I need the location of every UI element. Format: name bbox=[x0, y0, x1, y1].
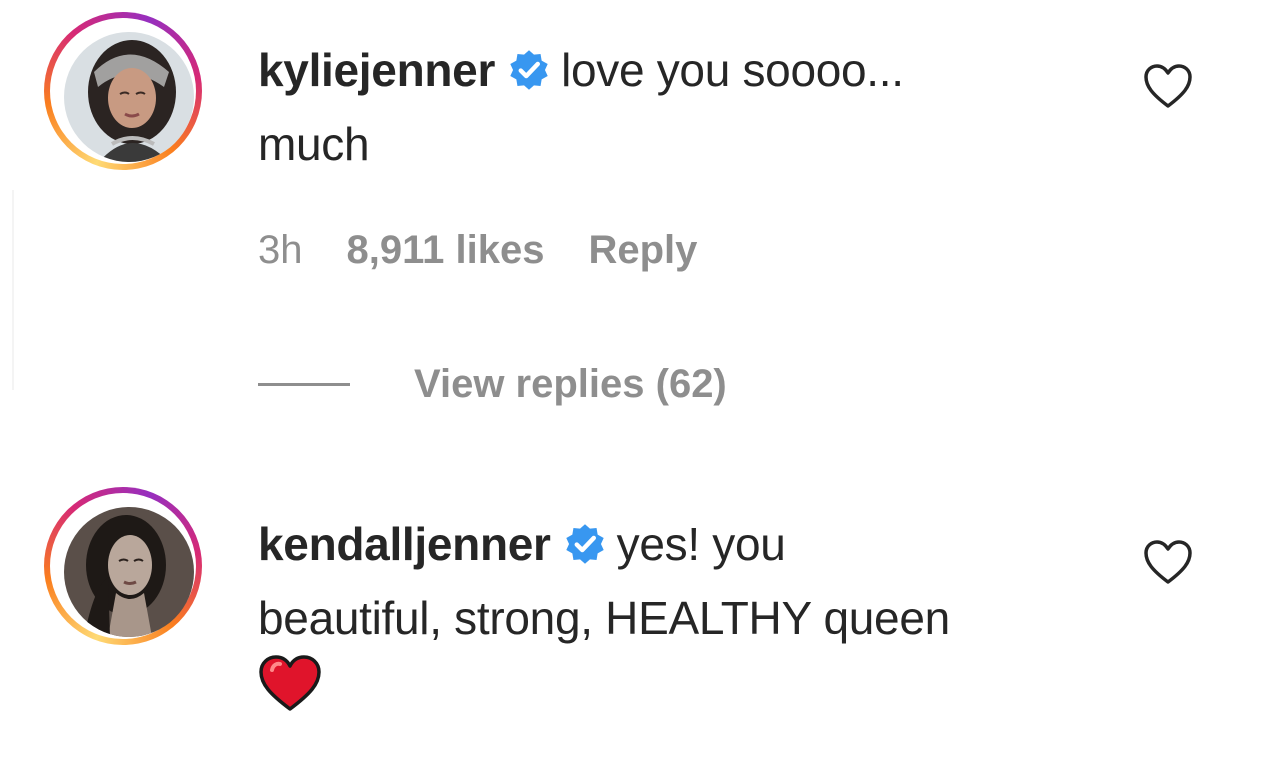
comment-text-block: kendalljenner yes! you beautiful, strong… bbox=[258, 510, 1118, 730]
avatar-story-ring[interactable] bbox=[44, 12, 202, 170]
verified-badge-icon bbox=[507, 42, 551, 110]
avatar-photo-kylie bbox=[64, 32, 194, 162]
reply-button[interactable]: Reply bbox=[588, 228, 697, 272]
username[interactable]: kyliejenner bbox=[258, 44, 495, 96]
username[interactable]: kendalljenner bbox=[258, 518, 551, 570]
red-heart-emoji bbox=[258, 654, 322, 730]
comment-text: yes! you bbox=[616, 518, 786, 570]
view-replies-button[interactable]: View replies (62) bbox=[258, 362, 727, 407]
comment-meta: 3h 8,911 likes Reply bbox=[258, 228, 741, 273]
avatar bbox=[64, 507, 194, 637]
view-replies-label: View replies (62) bbox=[414, 362, 727, 406]
verified-badge-icon bbox=[563, 516, 607, 584]
likes-count[interactable]: 8,911 likes bbox=[347, 228, 545, 272]
replies-divider-line bbox=[258, 383, 350, 386]
avatar-photo-kendall bbox=[64, 507, 194, 637]
comment-text-continued: much bbox=[258, 118, 370, 170]
like-heart-icon[interactable] bbox=[1142, 538, 1194, 586]
avatar-story-ring[interactable] bbox=[44, 487, 202, 645]
comment-text-block: kyliejenner love you soooo... much bbox=[258, 36, 1118, 178]
avatar bbox=[64, 32, 194, 162]
like-heart-icon[interactable] bbox=[1142, 62, 1194, 110]
left-edge-divider bbox=[12, 190, 14, 390]
comment-text: love you soooo... bbox=[561, 44, 904, 96]
comment-timestamp[interactable]: 3h bbox=[258, 228, 303, 272]
comment-text-continued: beautiful, strong, HEALTHY queen bbox=[258, 592, 950, 644]
